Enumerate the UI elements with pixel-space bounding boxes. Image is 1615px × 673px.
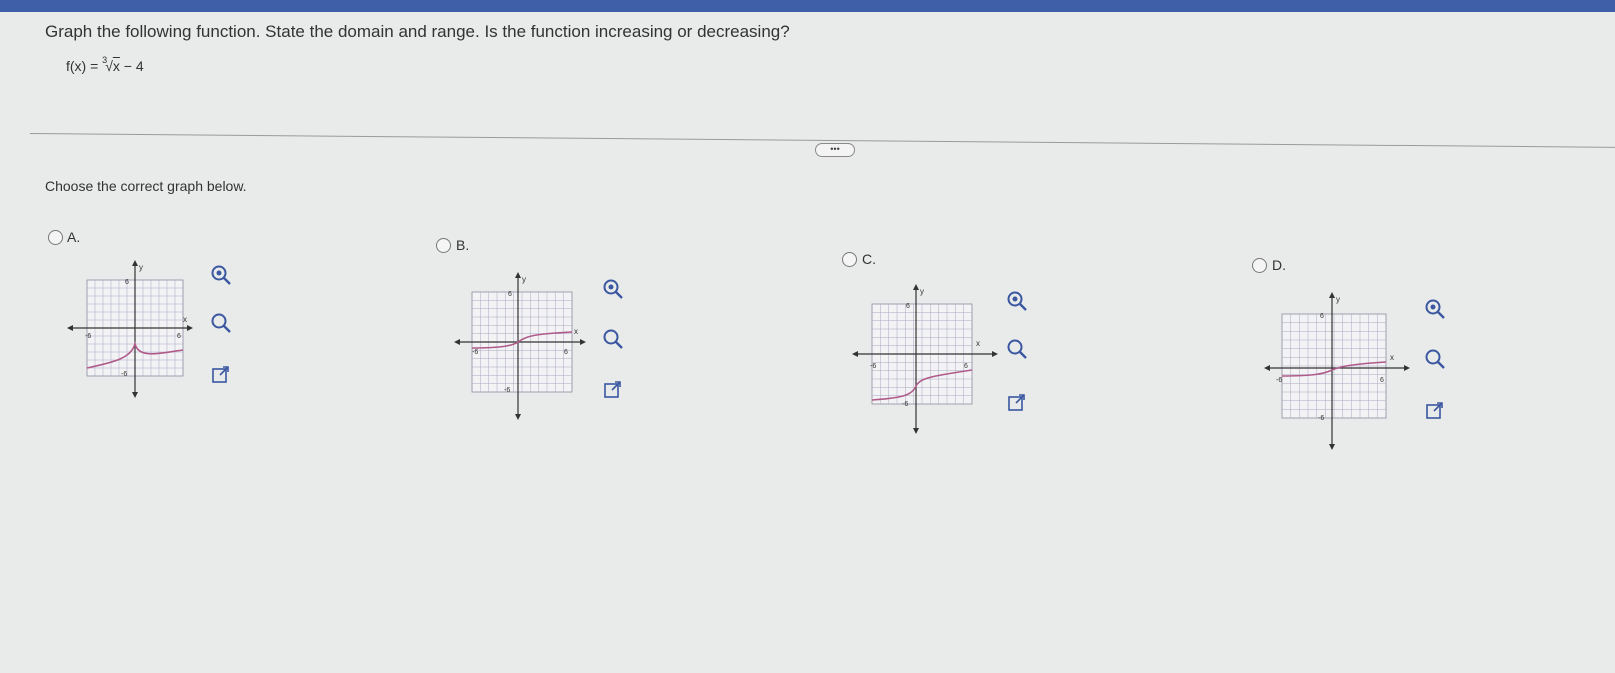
prompt-text: Choose the correct graph below. xyxy=(45,178,247,194)
y-label: y xyxy=(522,275,526,284)
zoom-in-icon[interactable] xyxy=(600,276,626,302)
y-tick-bottom: -6 xyxy=(504,387,510,394)
y-tick-top: 6 xyxy=(125,279,129,286)
popout-icon[interactable] xyxy=(208,362,234,388)
radio-option-c[interactable] xyxy=(842,252,857,267)
y-tick-top: 6 xyxy=(1320,313,1324,320)
x-label: x xyxy=(574,327,578,336)
x-label: x xyxy=(183,315,187,324)
root-index: 3 xyxy=(102,55,108,65)
x-tick-neg: -6 xyxy=(85,333,91,340)
graph-grid xyxy=(1281,313,1387,419)
graph-option-d: y x 6 -6 6 -6 xyxy=(1264,292,1410,450)
y-arrow-down xyxy=(1329,444,1335,450)
x-tick-pos: 6 xyxy=(177,333,181,340)
y-tick-bottom: -6 xyxy=(902,401,908,408)
zoom-in-icon[interactable] xyxy=(1004,288,1030,314)
radio-option-a[interactable] xyxy=(48,230,63,245)
question-text: Graph the following function. State the … xyxy=(45,22,790,41)
y-label: y xyxy=(1336,295,1340,304)
zoom-out-icon[interactable] xyxy=(1004,336,1030,362)
x-tick-pos: 6 xyxy=(964,363,968,370)
x-arrow-right xyxy=(187,325,193,331)
x-arrow-right xyxy=(1404,365,1410,371)
radio-option-d[interactable] xyxy=(1252,258,1267,273)
option-b-label: B. xyxy=(456,237,470,253)
radio-option-b[interactable] xyxy=(436,238,451,253)
option-c-label: C. xyxy=(862,251,876,267)
zoom-in-icon[interactable] xyxy=(1422,296,1448,322)
zoom-out-icon[interactable] xyxy=(208,310,234,336)
y-arrow-down xyxy=(515,414,521,420)
top-bar xyxy=(0,0,1615,12)
more-button[interactable]: ••• xyxy=(815,143,855,157)
x-label: x xyxy=(1390,353,1394,362)
y-arrow-up xyxy=(1329,292,1335,298)
y-tick-bottom: -6 xyxy=(1318,415,1324,422)
y-label: y xyxy=(920,287,924,296)
x-arrow-left xyxy=(454,339,460,345)
x-tick-neg: -6 xyxy=(472,349,478,356)
graph-option-a: y x 6 -6 6 -6 xyxy=(67,260,193,398)
y-label: y xyxy=(139,263,143,272)
function-lhs: f(x) = xyxy=(66,58,103,74)
x-arrow-right xyxy=(992,351,998,357)
x-tick-neg: -6 xyxy=(870,363,876,370)
y-tick-top: 6 xyxy=(508,291,512,298)
option-a-label: A. xyxy=(67,229,81,245)
popout-icon[interactable] xyxy=(1422,398,1448,424)
y-arrow-up xyxy=(515,272,521,278)
y-arrow-up xyxy=(913,284,919,290)
function-rest: − 4 xyxy=(119,58,144,74)
x-arrow-left xyxy=(67,325,73,331)
option-d-label: D. xyxy=(1272,257,1286,273)
graph-option-c: y x 6 -6 6 -6 xyxy=(852,284,998,434)
zoom-out-icon[interactable] xyxy=(600,326,626,352)
x-tick-neg: -6 xyxy=(1276,377,1282,384)
x-arrow-left xyxy=(1264,365,1270,371)
popout-icon[interactable] xyxy=(600,377,626,403)
y-tick-bottom: -6 xyxy=(121,371,127,378)
x-arrow-right xyxy=(580,339,586,345)
graph-option-b: y x 6 -6 6 -6 xyxy=(454,272,586,420)
y-tick-top: 6 xyxy=(906,303,910,310)
y-arrow-down xyxy=(913,428,919,434)
x-tick-pos: 6 xyxy=(564,349,568,356)
x-arrow-left xyxy=(852,351,858,357)
x-label: x xyxy=(976,339,980,348)
radicand: x xyxy=(112,58,120,74)
function-formula: f(x) = 3√x − 4 xyxy=(66,55,144,74)
y-arrow-down xyxy=(132,392,138,398)
x-tick-pos: 6 xyxy=(1380,377,1384,384)
zoom-out-icon[interactable] xyxy=(1422,346,1448,372)
zoom-in-icon[interactable] xyxy=(208,262,234,288)
popout-icon[interactable] xyxy=(1004,390,1030,416)
y-arrow-up xyxy=(132,260,138,266)
